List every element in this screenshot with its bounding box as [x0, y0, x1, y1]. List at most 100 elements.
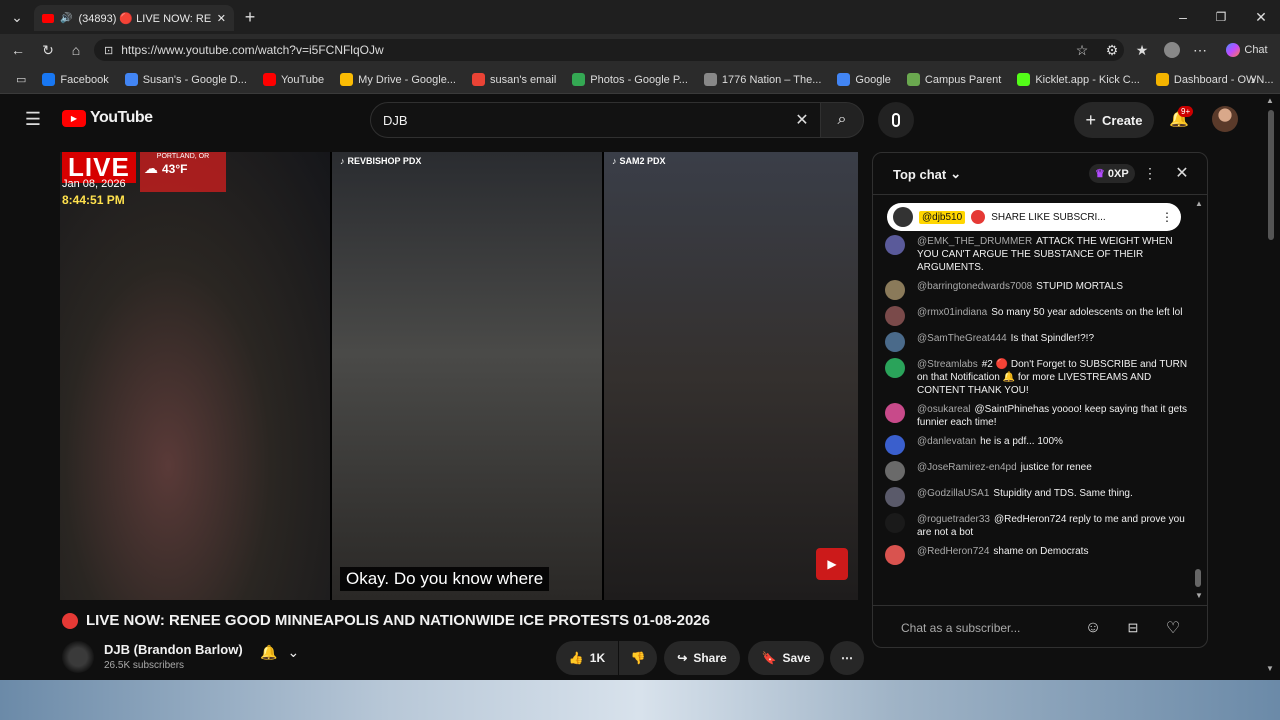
create-button[interactable]: + Create — [1074, 102, 1154, 138]
channel-name[interactable]: DJB (Brandon Barlow) — [104, 642, 243, 657]
extensions-icon[interactable]: ⚙ — [1102, 40, 1122, 60]
channel-avatar[interactable] — [62, 641, 94, 673]
bookmarks-overflow-icon[interactable]: › — [1244, 70, 1262, 88]
chat-author[interactable]: @GodzillaUSA1 — [917, 488, 989, 499]
chat-message[interactable]: @barringtonedwards7008 STUPID MORTALS — [885, 280, 1195, 300]
bookmark-item[interactable]: YouTube — [255, 73, 332, 86]
chat-message[interactable]: @GodzillaUSA1 Stupidity and TDS. Same thi… — [885, 487, 1195, 507]
copilot-chat-button[interactable]: Chat — [1222, 40, 1272, 60]
tab-list-icon[interactable]: ⌄ — [8, 8, 26, 26]
notification-bell-button[interactable]: 🔔 ⌄ — [260, 644, 299, 661]
chat-avatar — [885, 332, 905, 352]
chat-more-icon[interactable]: ⋮ — [1141, 164, 1159, 182]
user-avatar[interactable] — [1212, 106, 1238, 132]
favorites-icon[interactable]: ★ — [1132, 40, 1152, 60]
bookmark-item[interactable]: susan's email — [464, 73, 564, 86]
dislike-button[interactable]: 👎 — [619, 641, 657, 675]
bookmark-icon: 🔖 — [761, 651, 777, 665]
notification-count-badge: 9+ — [1178, 106, 1194, 117]
site-info-icon[interactable]: ⊡ — [104, 44, 113, 57]
top-chat-dropdown[interactable]: Top chat ⌄ — [893, 166, 961, 182]
xp-badge[interactable]: ♛ 0XP — [1089, 164, 1135, 183]
chat-message-body: @EMK_THE_DRUMMER ATTACK THE WEIGHT WHEN Y… — [917, 235, 1195, 274]
chat-author[interactable]: @rmx01indiana — [917, 307, 987, 318]
like-count: 1K — [589, 651, 606, 665]
microphone-icon — [892, 113, 900, 127]
bookmark-item[interactable]: My Drive - Google... — [332, 73, 464, 86]
chat-message[interactable]: @roguetrader33 @RedHeron724 reply to me a… — [885, 513, 1195, 539]
chat-author[interactable]: @Streamlabs — [917, 359, 978, 370]
browser-tab[interactable]: 🔊 (34893) 🔴 LIVE NOW: RENE ✕ — [34, 5, 234, 31]
search-input[interactable]: DJB — [370, 102, 825, 138]
chat-message[interactable]: @osukareal @SaintPhinehas yoooo! keep say… — [885, 403, 1195, 429]
page-scroll-down-icon[interactable]: ▼ — [1266, 664, 1274, 673]
chat-message[interactable]: @SamTheGreat444 Is that Spindler!?!? — [885, 332, 1195, 352]
super-chat-icon[interactable]: ⊟ — [1123, 618, 1143, 638]
save-button[interactable]: 🔖 Save — [748, 641, 824, 675]
chat-scroll-thumb[interactable] — [1195, 569, 1201, 587]
chat-author[interactable]: @barringtonedwards7008 — [917, 281, 1032, 292]
plus-icon: + — [1085, 109, 1097, 130]
page-scrollbar[interactable]: ▲ ▼ — [1266, 96, 1276, 680]
chat-message[interactable]: @RedHeron724 shame on Democrats — [885, 545, 1195, 565]
chat-author[interactable]: @EMK_THE_DRUMMER — [917, 236, 1032, 247]
voice-search-button[interactable] — [878, 102, 914, 138]
bookmark-item[interactable]: Kicklet.app - Kick C... — [1009, 73, 1148, 86]
like-button[interactable]: 👍 1K — [556, 641, 618, 675]
page-scroll-thumb[interactable] — [1268, 110, 1274, 240]
create-label: Create — [1102, 112, 1143, 128]
share-button[interactable]: ↪ Share — [664, 641, 740, 675]
search-button[interactable]: ⌕ — [820, 102, 864, 138]
favorite-star-icon[interactable]: ☆ — [1072, 40, 1092, 60]
bookmark-item[interactable]: Google — [829, 73, 898, 86]
chat-message[interactable]: @Streamlabs #2 🔴 Don't Forget to SUBSCRIB… — [885, 358, 1195, 397]
pinned-message[interactable]: @djb510 SHARE LIKE SUBSCRI... ⋮ — [887, 203, 1181, 231]
pinned-more-icon[interactable]: ⋮ — [1161, 210, 1173, 224]
profile-icon[interactable] — [1162, 40, 1182, 60]
chat-message[interactable]: @JoseRamirez-en4pd justice for renee — [885, 461, 1195, 481]
back-icon[interactable]: ← — [8, 40, 28, 60]
bookmark-item[interactable]: 1776 Nation – The... — [696, 73, 829, 86]
clear-search-icon[interactable]: ✕ — [792, 110, 812, 130]
minimize-icon[interactable]: – — [1174, 8, 1192, 26]
audio-icon[interactable]: 🔊 — [60, 13, 72, 24]
subscribe-watermark-icon[interactable]: ▶ — [816, 548, 848, 580]
home-icon[interactable]: ⌂ — [66, 40, 86, 60]
bookmarks-app-icon[interactable]: ▭ — [8, 73, 34, 86]
bookmark-item[interactable]: Campus Parent — [899, 73, 1009, 86]
close-chat-icon[interactable]: ✕ — [1173, 164, 1191, 182]
chat-scrollbar[interactable]: ▲ ▼ — [1195, 199, 1203, 600]
chat-author[interactable]: @osukareal — [917, 404, 971, 415]
chat-author[interactable]: @SamTheGreat444 — [917, 333, 1007, 344]
bookmark-item[interactable]: Facebook — [34, 73, 116, 86]
reload-icon[interactable]: ↻ — [38, 40, 58, 60]
close-tab-icon[interactable]: ✕ — [217, 12, 226, 25]
bookmark-item[interactable]: Susan's - Google D... — [117, 73, 255, 86]
scroll-down-icon[interactable]: ▼ — [1195, 591, 1203, 600]
page-scroll-up-icon[interactable]: ▲ — [1266, 96, 1274, 105]
chat-author[interactable]: @roguetrader33 — [917, 514, 990, 525]
chat-input[interactable]: Chat as a subscriber... ☺ ⊟ ♡ — [873, 605, 1207, 647]
heart-icon[interactable]: ♡ — [1163, 618, 1183, 638]
new-tab-icon[interactable]: + — [240, 7, 260, 27]
more-menu-icon[interactable]: ⋯ — [1190, 40, 1210, 60]
chat-label: Chat — [1244, 44, 1268, 56]
chat-author[interactable]: @JoseRamirez-en4pd — [917, 462, 1017, 473]
maximize-icon[interactable]: ❐ — [1212, 8, 1230, 26]
chat-author[interactable]: @RedHeron724 — [917, 546, 989, 557]
hamburger-menu-icon[interactable]: ☰ — [22, 108, 44, 130]
bookmark-item[interactable]: Photos - Google P... — [564, 73, 696, 86]
close-window-icon[interactable]: ✕ — [1252, 8, 1270, 26]
chat-message[interactable]: @EMK_THE_DRUMMER ATTACK THE WEIGHT WHEN Y… — [885, 235, 1195, 274]
chat-message[interactable]: @danlevatan he is a pdf... 100% — [885, 435, 1195, 455]
chat-author[interactable]: @danlevatan — [917, 436, 976, 447]
url-field[interactable]: ⊡ https://www.youtube.com/watch?v=i5FCNF… — [94, 39, 1124, 61]
bell-icon: 🔔 — [260, 644, 278, 660]
video-player[interactable]: LIVE PORTLAND, OR ☁ 43°F Jan 08, 2026 8:… — [60, 152, 858, 600]
more-actions-button[interactable]: ⋯ — [830, 641, 864, 675]
scroll-up-icon[interactable]: ▲ — [1195, 199, 1203, 208]
chat-message-body: @osukareal @SaintPhinehas yoooo! keep say… — [917, 403, 1195, 429]
emoji-icon[interactable]: ☺ — [1083, 618, 1103, 638]
youtube-logo[interactable]: ▶ YouTube — [62, 109, 153, 127]
chat-message[interactable]: @rmx01indiana So many 50 year adolescents… — [885, 306, 1195, 326]
